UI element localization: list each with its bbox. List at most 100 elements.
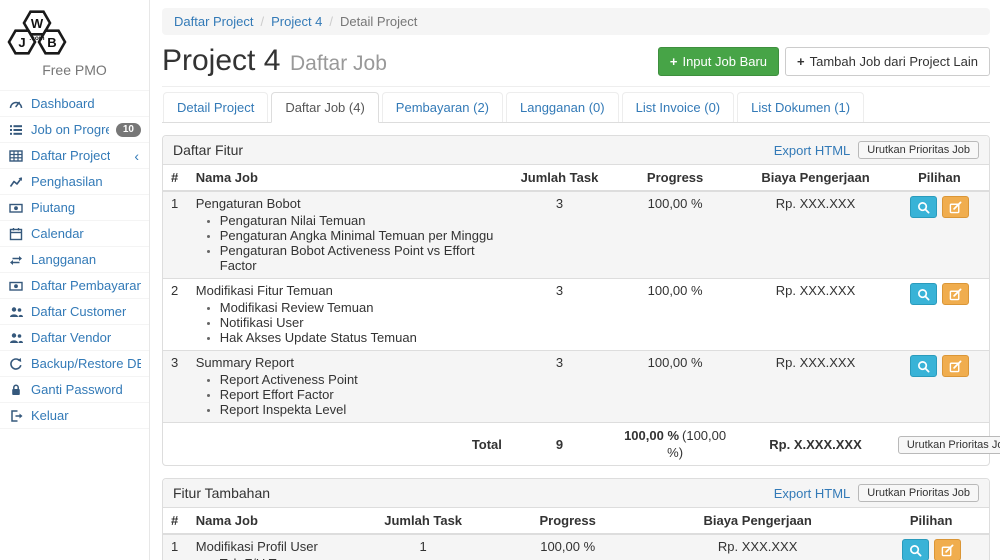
input-job-baru-button[interactable]: + Input Job Baru bbox=[658, 47, 779, 76]
sidebar-item-daftar-vendor[interactable]: Daftar Vendor bbox=[0, 324, 149, 350]
sidebar-item-daftar-customer[interactable]: Daftar Customer bbox=[0, 298, 149, 324]
page-title: Project 4 bbox=[162, 44, 280, 77]
subtask-item: Tab F/U Temuan bbox=[220, 556, 345, 560]
progress-cell: 100,00 % bbox=[493, 534, 642, 560]
total-cost: Rp. X.XXX.XXX bbox=[741, 423, 890, 466]
users-icon bbox=[8, 331, 24, 345]
biaya-cell: Rp. XXX.XXX bbox=[741, 351, 890, 423]
column-header: # bbox=[163, 165, 188, 191]
sidebar-item-backup-restore[interactable]: Backup/Restore DB bbox=[0, 350, 149, 376]
daftar-fitur-table: # Nama Job Jumlah Task Progress Biaya Pe… bbox=[163, 165, 989, 465]
tab-daftar-job[interactable]: Daftar Job (4) bbox=[271, 92, 378, 123]
page-title-group: Project 4 Daftar Job bbox=[162, 44, 387, 78]
biaya-cell: Rp. XXX.XXX bbox=[741, 191, 890, 279]
search-icon bbox=[917, 201, 930, 214]
edit-job-button[interactable] bbox=[942, 196, 969, 218]
tab-list-invoice[interactable]: List Invoice (0) bbox=[622, 92, 735, 122]
view-job-button[interactable] bbox=[910, 283, 937, 305]
app-logo: W J B .com Free PMO bbox=[0, 0, 149, 90]
total-progress: 100,00 %(100,00 %) bbox=[609, 423, 741, 466]
app-window: W J B .com Free PMO Dashboard Job on Pro… bbox=[0, 0, 1000, 560]
view-job-button[interactable] bbox=[902, 539, 929, 560]
chevron-left-icon: ‹ bbox=[134, 151, 141, 161]
main-content: Daftar Project / Project 4 / Detail Proj… bbox=[150, 0, 1000, 560]
table-row: 1 Modifikasi Profil User Tab F/U Temuan … bbox=[163, 534, 989, 560]
urutkan-prioritas-button[interactable]: Urutkan Prioritas Job bbox=[898, 436, 1000, 454]
panel-title: Fitur Tambahan bbox=[173, 485, 270, 501]
table-row: 2 Modifikasi Fitur Temuan Modifikasi Rev… bbox=[163, 279, 989, 351]
tab-detail-project[interactable]: Detail Project bbox=[163, 92, 268, 122]
table-header-row: # Nama Job Jumlah Task Progress Biaya Pe… bbox=[163, 165, 989, 191]
subtask-item: Hak Akses Update Status Temuan bbox=[220, 330, 502, 345]
subtask-item: Pengaturan Angka Minimal Temuan per Ming… bbox=[220, 228, 502, 243]
urutkan-prioritas-button[interactable]: Urutkan Prioritas Job bbox=[858, 141, 979, 159]
column-header: Progress bbox=[493, 508, 642, 534]
tab-pembayaran[interactable]: Pembayaran (2) bbox=[382, 92, 503, 122]
row-number: 3 bbox=[163, 351, 188, 423]
sidebar-item-label: Daftar Vendor bbox=[31, 330, 111, 345]
breadcrumb-link-project-4[interactable]: Project 4 bbox=[271, 14, 322, 29]
total-label: Total bbox=[188, 423, 510, 466]
column-header: Pilihan bbox=[873, 508, 989, 534]
view-job-button[interactable] bbox=[910, 355, 937, 377]
edit-job-button[interactable] bbox=[942, 355, 969, 377]
svg-text:J: J bbox=[18, 35, 25, 50]
table-icon bbox=[8, 149, 24, 163]
urutkan-prioritas-button[interactable]: Urutkan Prioritas Job bbox=[858, 484, 979, 502]
subtask-list: Pengaturan Nilai Temuan Pengaturan Angka… bbox=[220, 213, 502, 273]
sidebar: W J B .com Free PMO Dashboard Job on Pro… bbox=[0, 0, 150, 560]
panel-heading: Fitur Tambahan Export HTML Urutkan Prior… bbox=[163, 479, 989, 508]
subtask-item: Notifikasi User bbox=[220, 315, 502, 330]
sidebar-item-label: Calendar bbox=[31, 226, 84, 241]
sidebar-item-job-on-progress[interactable]: Job on Progress 10 bbox=[0, 116, 149, 142]
edit-job-button[interactable] bbox=[942, 283, 969, 305]
sidebar-item-calendar[interactable]: Calendar bbox=[0, 220, 149, 246]
row-number: 1 bbox=[163, 534, 188, 560]
money-icon bbox=[8, 201, 24, 215]
sidebar-item-dashboard[interactable]: Dashboard bbox=[0, 90, 149, 116]
breadcrumb-link-daftar-project[interactable]: Daftar Project bbox=[174, 14, 253, 29]
job-list-icon bbox=[8, 123, 24, 137]
page-subtitle: Daftar Job bbox=[290, 52, 387, 75]
biaya-cell: Rp. XXX.XXX bbox=[741, 279, 890, 351]
sidebar-item-label: Penghasilan bbox=[31, 174, 103, 189]
sidebar-item-piutang[interactable]: Piutang bbox=[0, 194, 149, 220]
job-name: Modifikasi Fitur Temuan bbox=[196, 283, 502, 298]
sidebar-item-penghasilan[interactable]: Penghasilan bbox=[0, 168, 149, 194]
subtask-item: Report Inspekta Level bbox=[220, 402, 502, 417]
biaya-cell: Rp. XXX.XXX bbox=[642, 534, 873, 560]
job-count-badge: 10 bbox=[116, 123, 141, 137]
sidebar-item-label: Job on Progress bbox=[31, 122, 109, 137]
sidebar-item-daftar-project[interactable]: Daftar Project ‹ bbox=[0, 142, 149, 168]
tambah-job-button[interactable]: + Tambah Job dari Project Lain bbox=[785, 47, 990, 76]
edit-job-button[interactable] bbox=[934, 539, 961, 560]
column-header: Biaya Pengerjaan bbox=[741, 165, 890, 191]
table-row: 1 Pengaturan Bobot Pengaturan Nilai Temu… bbox=[163, 191, 989, 279]
search-icon bbox=[917, 360, 930, 373]
plus-icon: + bbox=[670, 54, 678, 69]
edit-icon bbox=[949, 360, 962, 373]
subtask-list: Modifikasi Review Temuan Notifikasi User… bbox=[220, 300, 502, 345]
edit-icon bbox=[949, 201, 962, 214]
plus-icon: + bbox=[797, 54, 805, 69]
sidebar-item-langganan[interactable]: Langganan bbox=[0, 246, 149, 272]
sidebar-item-label: Backup/Restore DB bbox=[31, 356, 141, 371]
sidebar-item-label: Piutang bbox=[31, 200, 75, 215]
panel-heading-actions: Export HTML Urutkan Prioritas Job bbox=[774, 484, 979, 502]
svg-text:B: B bbox=[47, 35, 56, 50]
view-job-button[interactable] bbox=[910, 196, 937, 218]
calendar-icon bbox=[8, 227, 24, 241]
dashboard-icon bbox=[8, 97, 24, 111]
tab-list-dokumen[interactable]: List Dokumen (1) bbox=[737, 92, 864, 122]
export-html-link[interactable]: Export HTML bbox=[774, 143, 851, 158]
jumlah-task-cell: 1 bbox=[353, 534, 493, 560]
sidebar-item-daftar-pembayaran[interactable]: Daftar Pembayaran bbox=[0, 272, 149, 298]
subtask-item: Pengaturan Nilai Temuan bbox=[220, 213, 502, 228]
export-html-link[interactable]: Export HTML bbox=[774, 486, 851, 501]
jwb-logo-icon: W J B .com bbox=[0, 8, 74, 60]
tab-langganan[interactable]: Langganan (0) bbox=[506, 92, 619, 122]
total-tasks: 9 bbox=[510, 423, 609, 466]
sidebar-item-ganti-password[interactable]: Ganti Password bbox=[0, 376, 149, 402]
panel-heading-actions: Export HTML Urutkan Prioritas Job bbox=[774, 141, 979, 159]
sidebar-item-keluar[interactable]: Keluar bbox=[0, 402, 149, 429]
